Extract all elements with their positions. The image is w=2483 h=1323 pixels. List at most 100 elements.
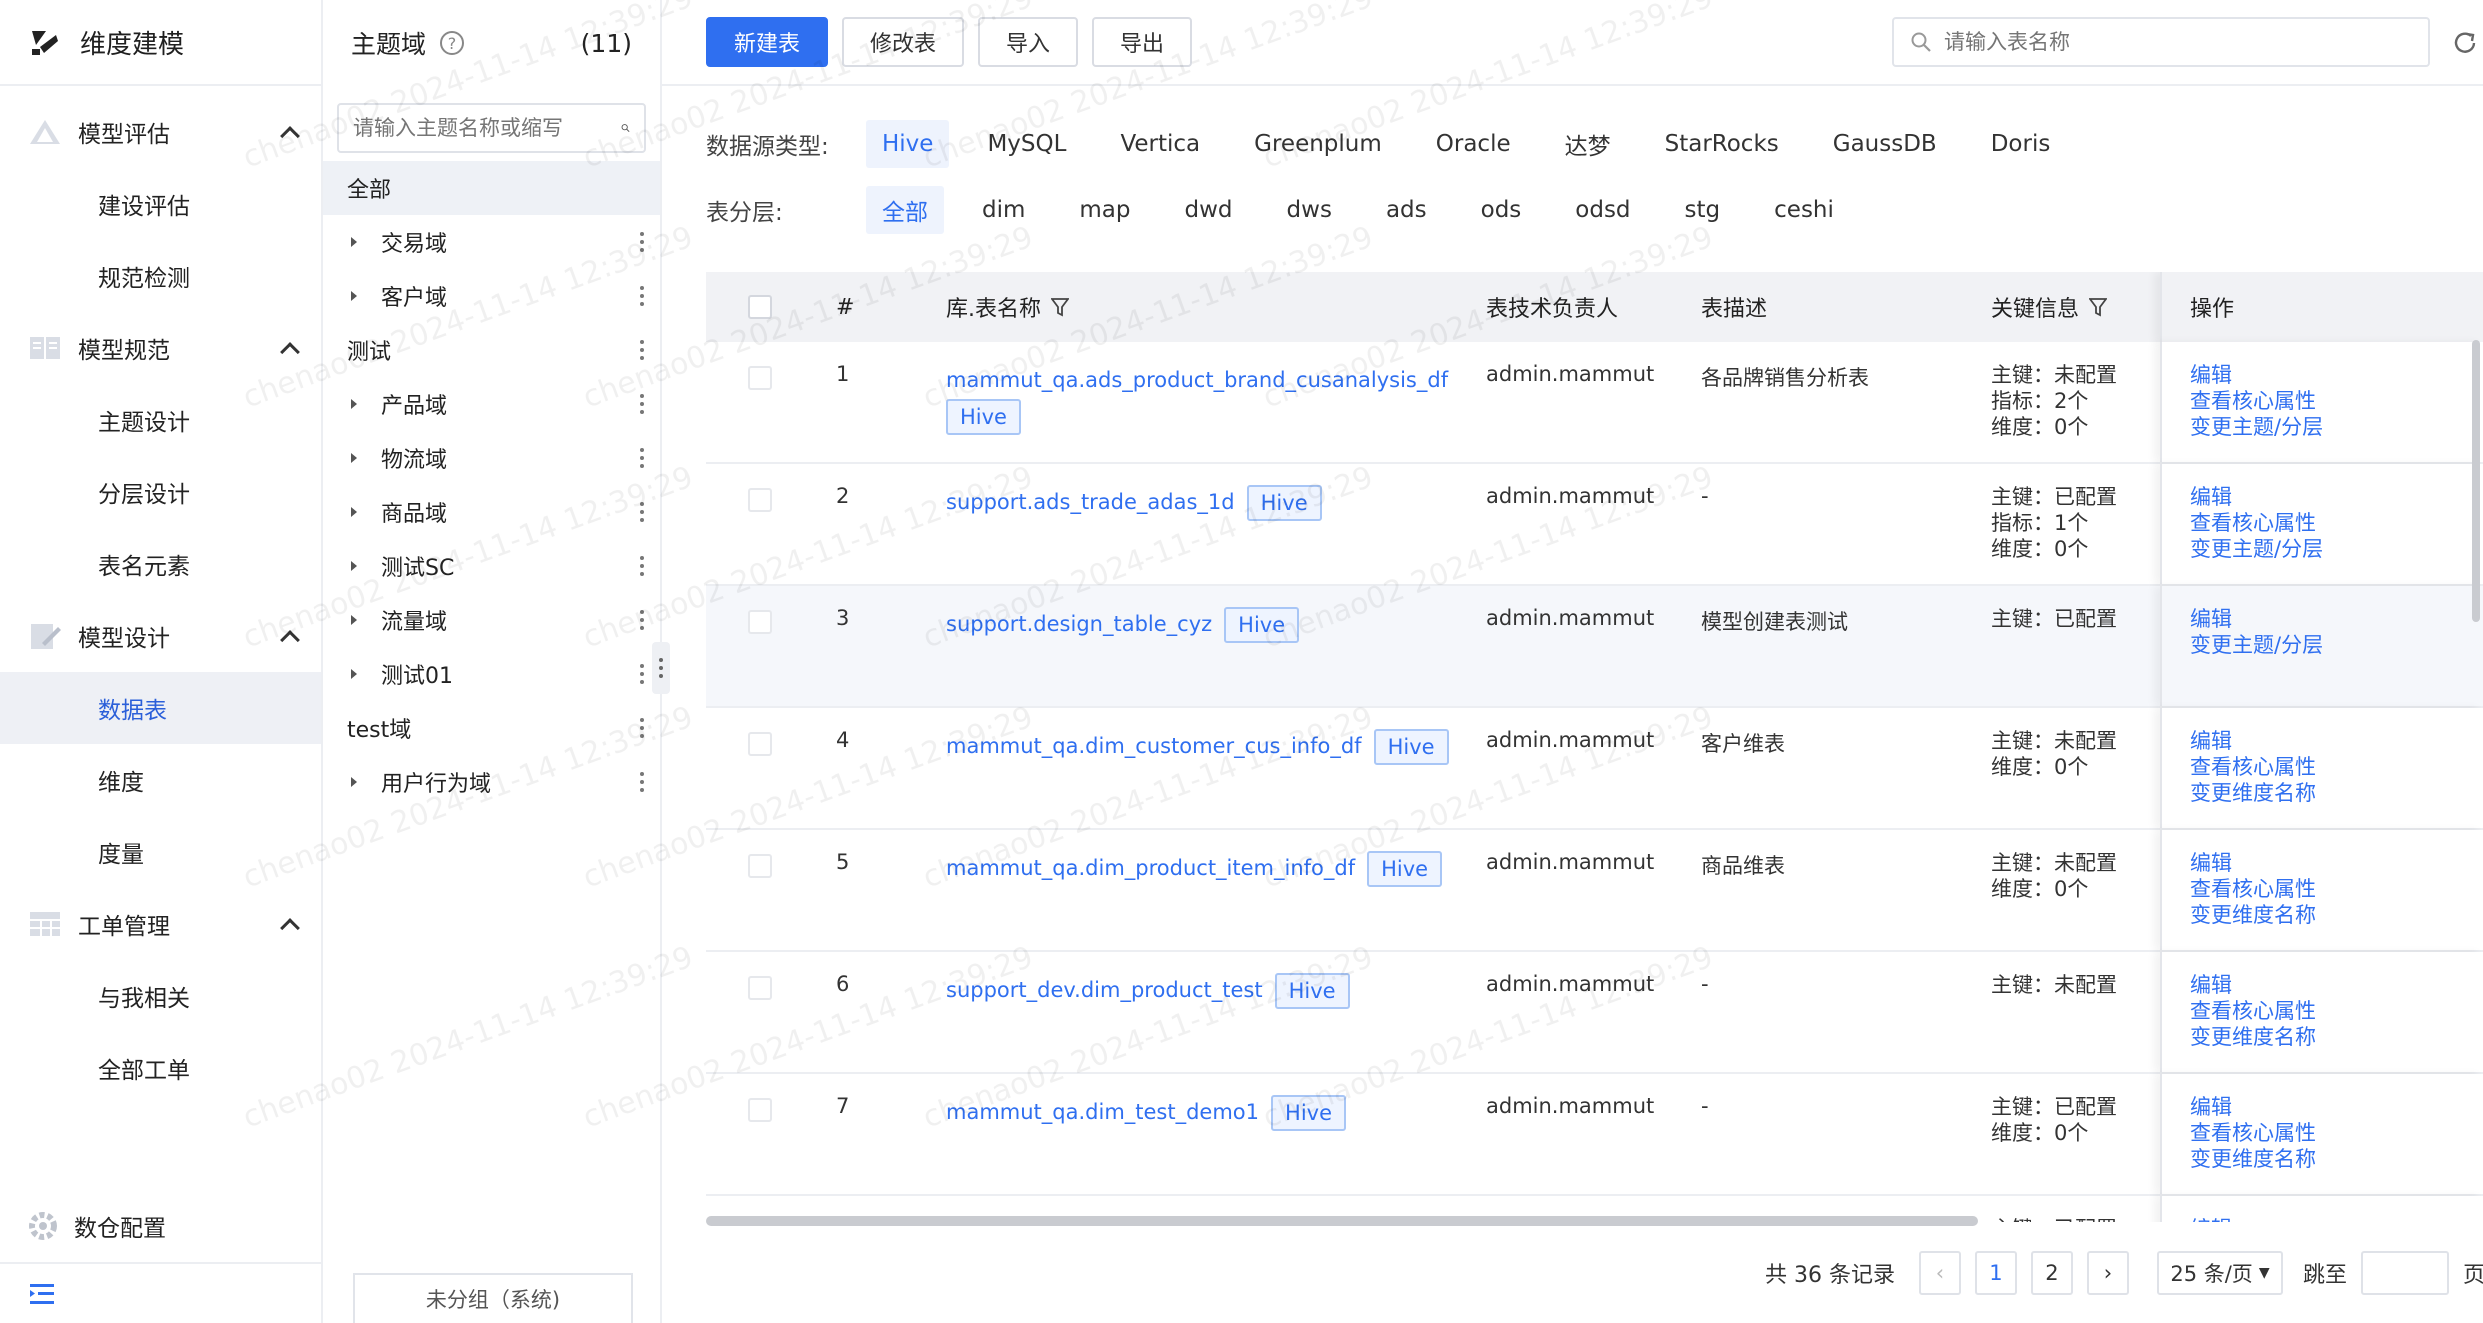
caret-right-icon[interactable]	[351, 291, 357, 301]
more-vertical-icon[interactable]	[640, 286, 644, 306]
layer-filter-chip[interactable]: dwd	[1169, 186, 1249, 234]
table-name-link[interactable]: support_dev.dim_product_test	[946, 978, 1263, 1002]
nav-item-data-table[interactable]: 数据表	[0, 672, 321, 744]
table-row[interactable]: 1 mammut_qa.ads_product_brand_cusanalysi…	[706, 342, 2483, 464]
select-all-checkbox[interactable]	[748, 295, 772, 319]
row-checkbox[interactable]	[748, 610, 772, 634]
caret-right-icon[interactable]	[351, 615, 357, 625]
nav-item-topic-design[interactable]: 主题设计	[0, 384, 321, 456]
row-action-link[interactable]: 变更主题/分层	[2190, 632, 2483, 658]
source-filter-chip[interactable]: Greenplum	[1238, 120, 1398, 168]
row-checkbox[interactable]	[748, 854, 772, 878]
row-checkbox[interactable]	[748, 366, 772, 390]
more-vertical-icon[interactable]	[640, 772, 644, 792]
row-action-link[interactable]: 编辑	[2190, 728, 2483, 754]
more-vertical-icon[interactable]	[640, 718, 644, 738]
more-vertical-icon[interactable]	[640, 448, 644, 468]
table-row[interactable]: 6 support_dev.dim_product_test Hive admin…	[706, 952, 2483, 1074]
nav-group-ticket[interactable]: 工单管理	[0, 888, 321, 960]
topic-tree-item[interactable]: 流量域	[323, 593, 660, 647]
ungrouped-button[interactable]: 未分组（系统)	[353, 1273, 633, 1323]
nav-item-measure[interactable]: 度量	[0, 816, 321, 888]
nav-item-layer-design[interactable]: 分层设计	[0, 456, 321, 528]
nav-item-name-elements[interactable]: 表名元素	[0, 528, 321, 600]
caret-right-icon[interactable]	[351, 453, 357, 463]
caret-right-icon[interactable]	[351, 507, 357, 517]
row-action-link[interactable]: 编辑	[2190, 484, 2483, 510]
caret-right-icon[interactable]	[351, 561, 357, 571]
row-action-link[interactable]: 编辑	[2190, 1094, 2483, 1120]
table-search-input[interactable]	[1944, 30, 2384, 54]
more-vertical-icon[interactable]	[640, 394, 644, 414]
source-filter-chip[interactable]: Vertica	[1104, 120, 1216, 168]
table-row[interactable]: 5 mammut_qa.dim_product_item_info_df Hive…	[706, 830, 2483, 952]
filter-icon[interactable]	[1051, 297, 1069, 317]
table-name-link[interactable]: mammut_qa.dim_test_demo1	[946, 1100, 1259, 1124]
more-vertical-icon[interactable]	[640, 556, 644, 576]
page-size-select[interactable]: 25 条/页 ▼	[2156, 1251, 2283, 1295]
row-action-link[interactable]: 查看核心属性	[2190, 1120, 2483, 1146]
topic-tree-item[interactable]: 物流域	[323, 431, 660, 485]
table-name-link[interactable]: mammut_qa.dim_customer_cus_info_df	[946, 734, 1362, 758]
nav-group-model-design[interactable]: 模型设计	[0, 600, 321, 672]
table-name-link[interactable]: support.ads_trade_adas_1d	[946, 490, 1235, 514]
search-icon[interactable]	[621, 117, 630, 139]
row-action-link[interactable]: 查看核心属性	[2190, 876, 2483, 902]
table-search[interactable]	[1892, 17, 2430, 67]
topic-tree-item[interactable]: 商品域	[323, 485, 660, 539]
more-vertical-icon[interactable]	[640, 502, 644, 522]
topic-tree-item[interactable]: test域	[323, 701, 660, 755]
page-2-button[interactable]: 2	[2030, 1251, 2073, 1295]
row-action-link[interactable]: 查看核心属性	[2190, 388, 2483, 414]
layer-filter-chip[interactable]: odsd	[1559, 186, 1646, 234]
topic-tree-item[interactable]: 全部	[323, 161, 660, 215]
row-action-link[interactable]: 编辑	[2190, 850, 2483, 876]
row-action-link[interactable]: 变更维度名称	[2190, 1146, 2483, 1172]
layer-filter-chip[interactable]: dws	[1271, 186, 1348, 234]
vertical-scrollbar[interactable]	[2472, 340, 2480, 622]
nav-item-related[interactable]: 与我相关	[0, 960, 321, 1032]
layer-filter-chip[interactable]: 全部	[866, 186, 944, 234]
new-table-button[interactable]: 新建表	[706, 17, 829, 67]
row-action-link[interactable]: 查看核心属性	[2190, 998, 2483, 1024]
table-row[interactable]: 3 support.design_table_cyz Hive admin.mam…	[706, 586, 2483, 708]
nav-group-model-eval[interactable]: 模型评估	[0, 96, 321, 168]
source-filter-chip[interactable]: Oracle	[1420, 120, 1527, 168]
table-name-link[interactable]: support.design_table_cyz	[946, 612, 1212, 636]
refresh-icon[interactable]	[2452, 30, 2478, 56]
nav-item-spec-check[interactable]: 规范检测	[0, 240, 321, 312]
table-row[interactable]: 4 mammut_qa.dim_customer_cus_info_df Hive…	[706, 708, 2483, 830]
nav-collapse-button[interactable]	[0, 1262, 321, 1323]
edit-table-button[interactable]: 修改表	[842, 17, 965, 67]
caret-right-icon[interactable]	[351, 777, 357, 787]
source-filter-chip[interactable]: StarRocks	[1649, 120, 1795, 168]
brand[interactable]: 维度建模	[0, 0, 321, 86]
nav-warehouse-config[interactable]: 数仓配置	[0, 1190, 321, 1262]
row-action-link[interactable]: 变更维度名称	[2190, 1024, 2483, 1050]
row-checkbox[interactable]	[748, 488, 772, 512]
prev-page-button[interactable]: ‹	[1918, 1251, 1961, 1295]
table-name-link[interactable]: mammut_qa.ads_product_brand_cusanalysis_…	[946, 368, 1448, 392]
topic-tree-item[interactable]: 测试01	[323, 647, 660, 701]
layer-filter-chip[interactable]: ads	[1370, 186, 1443, 234]
source-filter-chip[interactable]: Doris	[1975, 120, 2067, 168]
import-button[interactable]: 导入	[978, 17, 1079, 67]
topic-tree-item[interactable]: 用户行为域	[323, 755, 660, 809]
more-vertical-icon[interactable]	[640, 232, 644, 252]
page-1-button[interactable]: 1	[1974, 1251, 2017, 1295]
caret-right-icon[interactable]	[351, 237, 357, 247]
row-action-link[interactable]: 编辑	[2190, 972, 2483, 998]
filter-icon[interactable]	[2089, 297, 2108, 317]
horizontal-scrollbar[interactable]	[706, 1216, 1978, 1226]
nav-item-build-eval[interactable]: 建设评估	[0, 168, 321, 240]
topic-tree-item[interactable]: 测试SC	[323, 539, 660, 593]
topic-tree-item[interactable]: 测试	[323, 323, 660, 377]
layer-filter-chip[interactable]: ods	[1465, 186, 1538, 234]
row-action-link[interactable]: 编辑	[2190, 606, 2483, 632]
topic-search[interactable]	[337, 103, 646, 153]
layer-filter-chip[interactable]: stg	[1669, 186, 1737, 234]
table-name-link[interactable]: mammut_qa.dim_product_item_info_df	[946, 856, 1355, 880]
topic-tree-item[interactable]: 产品域	[323, 377, 660, 431]
more-vertical-icon[interactable]	[640, 664, 644, 684]
source-filter-chip[interactable]: MySQL	[971, 120, 1082, 168]
